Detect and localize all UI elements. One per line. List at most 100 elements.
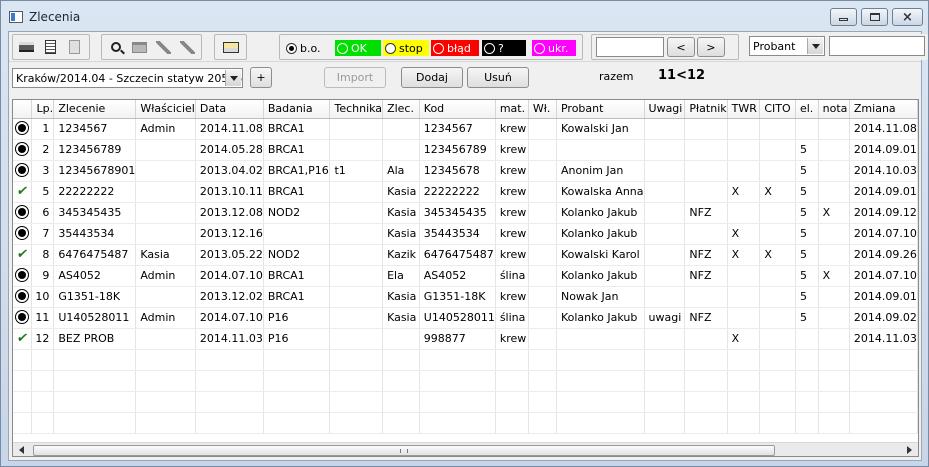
print-button[interactable] <box>16 37 37 57</box>
table-row[interactable]: ✔ 12 BEZ PROB 2014.11.03 P16 998877 krew X 2014.… <box>13 328 918 350</box>
column-header[interactable]: Kod <box>419 100 496 119</box>
table-cell: 5 <box>795 244 819 266</box>
open-button[interactable] <box>129 37 150 57</box>
prev-button[interactable]: < <box>667 37 695 57</box>
empty-cell <box>419 391 496 413</box>
empty-cell <box>849 349 918 371</box>
status-filter-error[interactable]: błąd <box>431 40 479 56</box>
table-cell <box>329 244 384 266</box>
column-header[interactable]: Lp. <box>31 100 55 119</box>
scroll-thumb[interactable] <box>33 445 775 456</box>
empty-cell <box>495 391 529 413</box>
document-button[interactable] <box>40 37 61 57</box>
column-header[interactable] <box>13 100 33 119</box>
status-filter-ok[interactable]: OK <box>335 40 381 56</box>
empty-cell <box>31 349 55 371</box>
table-cell: 5 <box>795 286 819 308</box>
table-cell: AS4052 <box>419 265 496 287</box>
column-header[interactable]: CITO <box>759 100 796 119</box>
empty-cell <box>727 412 761 434</box>
table-row[interactable]: 6 345345435 2013.12.08 NOD2 Kasia 345345435 kr… <box>13 202 918 224</box>
status-filter-unknown[interactable]: ? <box>482 40 526 56</box>
column-header[interactable]: Zlec. <box>382 100 420 119</box>
column-header[interactable]: el. <box>795 100 819 119</box>
column-header[interactable]: Badania <box>263 100 331 119</box>
table-cell: NFZ <box>684 265 728 287</box>
table-cell: Kasia <box>135 244 196 266</box>
table-cell <box>329 307 384 329</box>
table-cell: krew <box>495 244 529 266</box>
table-cell: X <box>727 328 761 350</box>
table-cell <box>684 118 728 140</box>
search-button[interactable] <box>105 37 126 57</box>
add-button[interactable]: Dodaj <box>401 67 463 88</box>
table-row[interactable]: 2 123456789 2014.05.28 BRCA1 123456789 krew 5 2… <box>13 139 918 161</box>
probant-select[interactable]: Probant <box>749 36 825 56</box>
column-header[interactable]: Wł. <box>528 100 557 119</box>
next-button[interactable]: > <box>697 37 725 57</box>
table-row[interactable]: 11 U140528011 Admin 2014.07.10 P16 Kasia U1405… <box>13 307 918 329</box>
empty-cell <box>135 412 196 434</box>
tools-button[interactable] <box>153 37 174 57</box>
scroll-left-icon[interactable] <box>19 446 24 454</box>
status-filter-bo[interactable]: b.o. <box>286 40 338 56</box>
column-header[interactable]: Technika <box>329 100 384 119</box>
status-filter-stop[interactable]: stop <box>383 40 429 56</box>
table-cell: X <box>727 181 761 203</box>
status-filter-hidden[interactable]: ukr. <box>532 40 576 56</box>
table-row[interactable]: ✔ 5 22222222 2013.10.11 BRCA1 Kasia 22222222 kr… <box>13 181 918 203</box>
minimize-button[interactable] <box>830 8 857 26</box>
table-cell: 2013.05.22 <box>195 244 264 266</box>
scroll-right-icon[interactable] <box>907 446 912 454</box>
table-row[interactable]: 3 12345678901 2013.04.02 BRCA1,P16 t1 Ala 1234… <box>13 160 918 182</box>
table-row[interactable]: ✔ 8 6476475487 Kasia 2013.05.22 NOD2 Kazik 6476… <box>13 244 918 266</box>
column-header[interactable]: Zmiana <box>849 100 918 119</box>
import-button[interactable]: Import <box>324 67 386 88</box>
column-header[interactable]: mat. <box>495 100 529 119</box>
column-header[interactable]: Płatnik <box>684 100 728 119</box>
table-cell <box>135 328 196 350</box>
probant-input[interactable] <box>829 36 925 56</box>
table-cell <box>329 139 384 161</box>
table-cell: 2014.11.03 <box>849 328 918 350</box>
empty-cell <box>684 370 728 392</box>
table-cell: 6 <box>31 202 55 224</box>
radio-icon <box>484 42 495 54</box>
table-cell <box>727 202 761 224</box>
tools-alt-button[interactable] <box>177 37 198 57</box>
table-row[interactable]: 10 G1351-18K 2013.12.02 BRCA1 Kasia G1351-18K… <box>13 286 918 308</box>
empty-cell <box>849 391 918 413</box>
column-header[interactable]: Zlecenie <box>53 100 137 119</box>
search-input[interactable] <box>596 37 664 57</box>
table-row[interactable]: 9 AS4052 Admin 2014.07.10 BRCA1 Ela AS4052 ślin… <box>13 265 918 287</box>
column-header[interactable]: TWR <box>727 100 761 119</box>
table-cell: 6476475487 <box>419 244 496 266</box>
empty-cell <box>727 349 761 371</box>
horizontal-scrollbar[interactable] <box>13 442 918 456</box>
column-header[interactable]: Probant <box>556 100 645 119</box>
add-order-button[interactable]: + <box>250 67 272 88</box>
table-cell <box>727 265 761 287</box>
table-row[interactable]: 7 35443534 2013.12.16 Kasia 35443534 krew Kola… <box>13 223 918 245</box>
column-header[interactable]: nota <box>818 100 850 119</box>
table-cell <box>727 139 761 161</box>
table-cell: ślina <box>495 265 529 287</box>
radio-icon <box>337 42 348 54</box>
column-header[interactable]: Właściciel <box>135 100 196 119</box>
column-header[interactable]: Data <box>195 100 264 119</box>
table-cell: 2 <box>31 139 55 161</box>
order-select[interactable]: Kraków/2014.04 - Szczecin statyw 205757 <box>12 68 243 88</box>
maximize-button[interactable] <box>861 8 888 26</box>
table-row[interactable]: 1 1234567 Admin 2014.11.08 BRCA1 1234567 krew K… <box>13 118 918 140</box>
document-disabled-button[interactable] <box>64 37 85 57</box>
table-cell: krew <box>495 139 529 161</box>
title-bar[interactable]: Zlecenia × <box>1 1 928 31</box>
empty-cell <box>528 412 557 434</box>
table-cell: Kasia <box>382 286 420 308</box>
delete-button[interactable]: Usuń <box>467 67 529 88</box>
empty-cell <box>644 370 686 392</box>
table-cell <box>135 223 196 245</box>
column-header[interactable]: Uwagi <box>644 100 686 119</box>
card-button[interactable] <box>220 37 241 57</box>
close-button[interactable]: × <box>892 8 923 26</box>
